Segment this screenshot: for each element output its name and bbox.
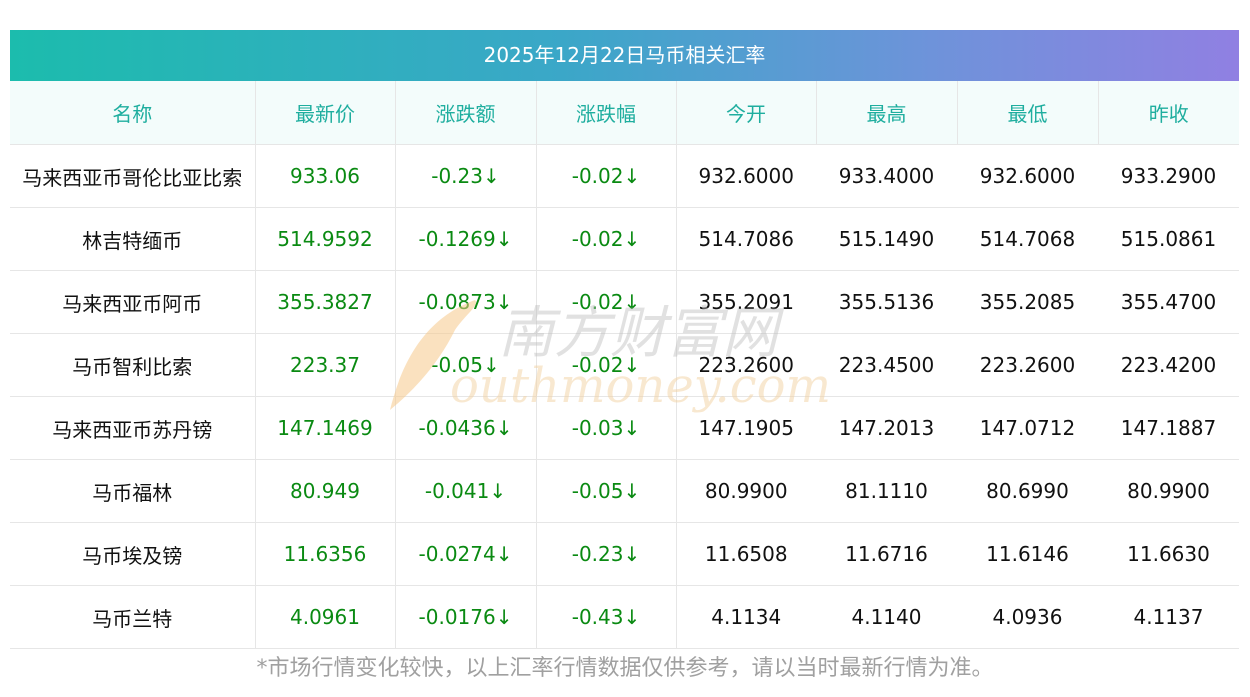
change-percent: -0.02↓ [536,270,677,334]
change-percent: -0.02↓ [536,144,677,208]
open-price: 355.2091 [676,270,816,334]
low-price: 514.7068 [957,207,1098,271]
currency-name: 马来西亚币苏丹镑 [10,396,256,460]
open-price: 223.2600 [676,333,816,397]
change-percent: -0.23↓ [536,522,677,586]
disclaimer-footnote: *市场行情变化较快，以上汇率行情数据仅供参考，请以当时最新行情为准。 [256,656,994,681]
change-percent: -0.02↓ [536,333,677,397]
latest-price: 514.9592 [255,207,396,271]
high-price: 4.1140 [816,585,957,649]
prev-close: 80.9900 [1098,459,1239,523]
currency-name: 马币智利比索 [10,333,256,397]
change-amount: -0.23↓ [395,144,537,208]
change-amount: -0.041↓ [395,459,537,523]
prev-close: 223.4200 [1098,333,1239,397]
change-percent: -0.02↓ [536,207,677,271]
high-price: 355.5136 [816,270,957,334]
table-row: 马来西亚币阿币 355.3827 -0.0873↓ -0.02↓ 355.209… [10,270,1239,334]
header-high: 最高 [816,81,958,145]
open-price: 932.6000 [676,144,816,208]
low-price: 355.2085 [957,270,1098,334]
latest-price: 80.949 [255,459,396,523]
low-price: 4.0936 [957,585,1098,649]
change-amount: -0.05↓ [395,333,537,397]
change-amount: -0.1269↓ [395,207,537,271]
change-percent: -0.03↓ [536,396,677,460]
latest-price: 11.6356 [255,522,396,586]
prev-close: 11.6630 [1098,522,1239,586]
table-row: 马币智利比索 223.37 -0.05↓ -0.02↓ 223.2600 223… [10,333,1239,397]
prev-close: 4.1137 [1098,585,1239,649]
low-price: 932.6000 [957,144,1098,208]
table-row: 马币兰特 4.0961 -0.0176↓ -0.43↓ 4.1134 4.114… [10,585,1239,649]
rate-table-container: 2025年12月22日马币相关汇率 名称 最新价 涨跌额 涨跌幅 今开 最高 最… [10,30,1239,649]
open-price: 80.9900 [676,459,816,523]
latest-price: 223.37 [255,333,396,397]
change-amount: -0.0873↓ [395,270,537,334]
change-amount: -0.0436↓ [395,396,537,460]
table-title: 2025年12月22日马币相关汇率 [10,30,1239,81]
currency-name: 马来西亚币阿币 [10,270,256,334]
high-price: 11.6716 [816,522,957,586]
header-price: 最新价 [255,81,396,145]
currency-name: 马币埃及镑 [10,522,256,586]
header-change: 涨跌额 [395,81,537,145]
table-row: 马来西亚币苏丹镑 147.1469 -0.0436↓ -0.03↓ 147.19… [10,396,1239,460]
change-percent: -0.05↓ [536,459,677,523]
high-price: 933.4000 [816,144,957,208]
currency-name: 马来西亚币哥伦比亚比索 [10,144,256,208]
low-price: 80.6990 [957,459,1098,523]
header-prev: 昨收 [1098,81,1239,145]
latest-price: 355.3827 [255,270,396,334]
header-low: 最低 [957,81,1099,145]
low-price: 147.0712 [957,396,1098,460]
high-price: 223.4500 [816,333,957,397]
prev-close: 933.2900 [1098,144,1239,208]
currency-name: 林吉特缅币 [10,207,256,271]
open-price: 4.1134 [676,585,816,649]
change-percent: -0.43↓ [536,585,677,649]
prev-close: 515.0861 [1098,207,1239,271]
low-price: 11.6146 [957,522,1098,586]
change-amount: -0.0274↓ [395,522,537,586]
latest-price: 933.06 [255,144,396,208]
header-name: 名称 [10,81,256,145]
prev-close: 147.1887 [1098,396,1239,460]
table-row: 马币埃及镑 11.6356 -0.0274↓ -0.23↓ 11.6508 11… [10,522,1239,586]
header-pct: 涨跌幅 [536,81,677,145]
open-price: 147.1905 [676,396,816,460]
exchange-rate-table: 名称 最新价 涨跌额 涨跌幅 今开 最高 最低 昨收 马来西亚币哥伦比亚比索 9… [10,81,1239,649]
table-row: 马币福林 80.949 -0.041↓ -0.05↓ 80.9900 81.11… [10,459,1239,523]
table-row: 林吉特缅币 514.9592 -0.1269↓ -0.02↓ 514.7086 … [10,207,1239,271]
low-price: 223.2600 [957,333,1098,397]
open-price: 514.7086 [676,207,816,271]
currency-name: 马币兰特 [10,585,256,649]
open-price: 11.6508 [676,522,816,586]
header-row: 名称 最新价 涨跌额 涨跌幅 今开 最高 最低 昨收 [10,81,1239,145]
high-price: 147.2013 [816,396,957,460]
header-open: 今开 [676,81,817,145]
high-price: 515.1490 [816,207,957,271]
latest-price: 147.1469 [255,396,396,460]
table-row: 马来西亚币哥伦比亚比索 933.06 -0.23↓ -0.02↓ 932.600… [10,144,1239,208]
change-amount: -0.0176↓ [395,585,537,649]
latest-price: 4.0961 [255,585,396,649]
prev-close: 355.4700 [1098,270,1239,334]
high-price: 81.1110 [816,459,957,523]
currency-name: 马币福林 [10,459,256,523]
